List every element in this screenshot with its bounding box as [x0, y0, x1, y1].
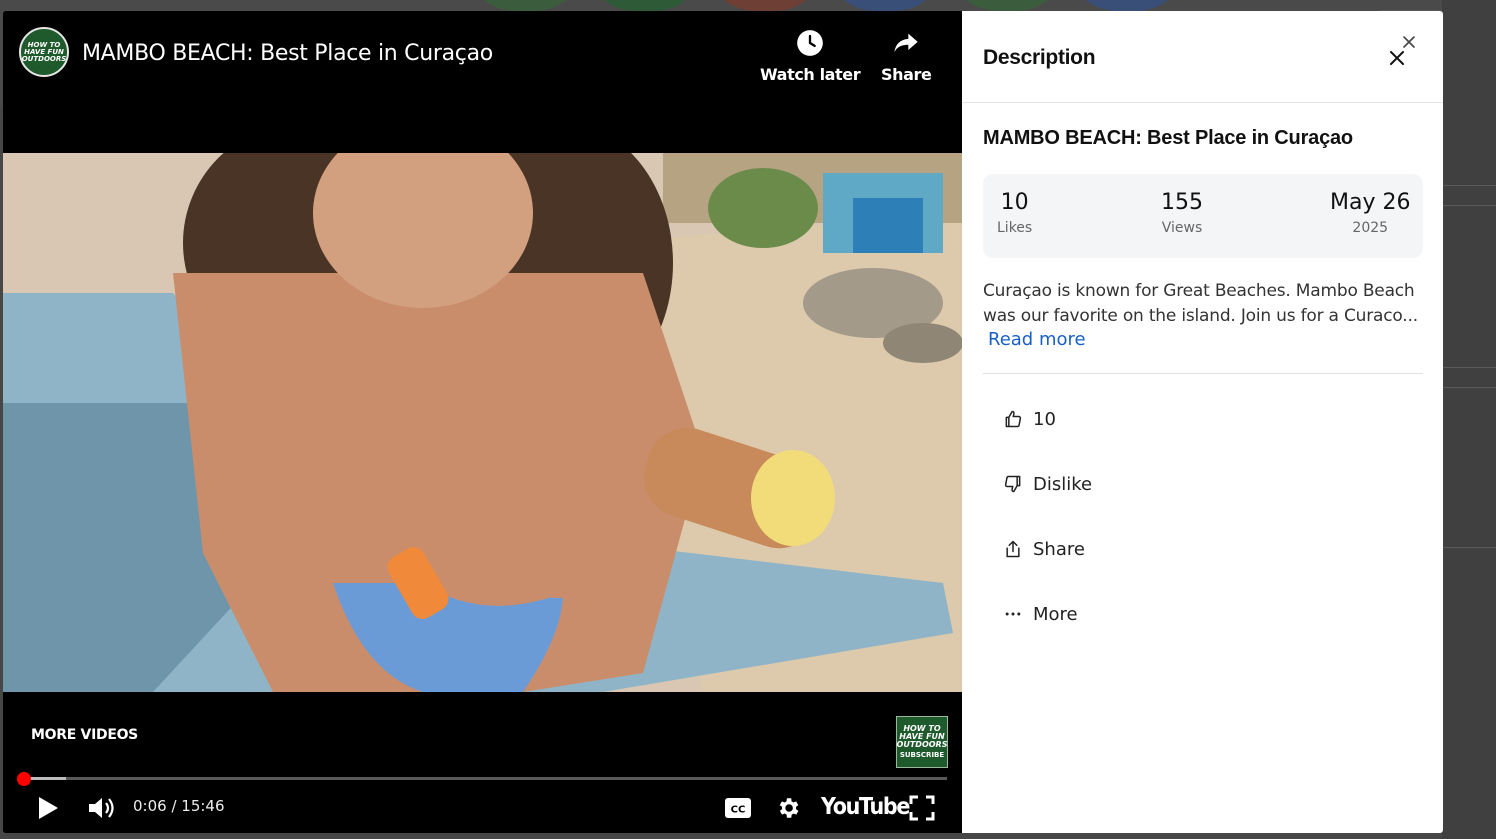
watch-later-label: Watch later — [760, 65, 861, 84]
player-header: HOW TO HAVE FUN OUTDOORS MAMBO BEACH: Be… — [3, 11, 962, 111]
views-label: Views — [1161, 220, 1203, 236]
video-player[interactable]: HOW TO HAVE FUN OUTDOORS MAMBO BEACH: Be… — [3, 11, 962, 833]
volume-icon — [89, 798, 114, 818]
dislike-button[interactable]: Dislike — [1002, 473, 1092, 495]
read-more-link[interactable]: Read more — [988, 329, 1086, 350]
mute-button[interactable] — [85, 793, 119, 823]
description-text: Curaçao is known for Great Beaches. Mamb… — [983, 281, 1418, 326]
svg-text:CC: CC — [731, 805, 746, 816]
thumbs-down-icon — [1002, 473, 1024, 495]
captions-icon: CC — [725, 798, 751, 818]
views-stat: 155 Views — [1161, 190, 1203, 236]
video-frame[interactable] — [3, 153, 962, 692]
play-icon — [39, 797, 58, 819]
share-action-label: Share — [1033, 538, 1085, 560]
youtube-logo[interactable]: YouTube — [821, 794, 910, 820]
views-count: 155 — [1161, 190, 1203, 215]
share-label: Share — [881, 65, 932, 84]
time-display: 0:06 / 15:46 — [133, 797, 225, 815]
panel-header: Description — [962, 11, 1443, 103]
progress-bar[interactable] — [24, 777, 947, 780]
backdrop-sidebar — [1442, 0, 1496, 839]
more-videos-label[interactable]: MORE VIDEOS — [31, 727, 138, 743]
more-label: More — [1033, 603, 1078, 625]
stats-card: 10 Likes 155 Views May 26 2025 — [983, 174, 1423, 258]
share-button[interactable]: Share — [1002, 538, 1085, 560]
video-modal: HOW TO HAVE FUN OUTDOORS MAMBO BEACH: Be… — [3, 11, 1443, 833]
description-panel: Description MAMBO BEACH: Best Place in C… — [962, 11, 1443, 833]
share-arrow-icon — [894, 33, 918, 53]
progress-scrubber[interactable] — [17, 772, 31, 786]
subscribe-watermark[interactable]: HOW TO HAVE FUN OUTDOORS SUBSCRIBE — [896, 716, 948, 768]
play-button[interactable] — [33, 793, 63, 823]
settings-icon — [779, 798, 799, 818]
fullscreen-button[interactable] — [907, 793, 937, 823]
backdrop-divider — [1442, 387, 1496, 388]
publish-year: 2025 — [1352, 220, 1389, 236]
thumbs-up-icon — [1002, 408, 1024, 430]
clock-icon — [797, 30, 823, 56]
watch-later-button[interactable]: Watch later — [760, 29, 861, 84]
backdrop-divider — [1442, 205, 1496, 206]
panel-heading: Description — [983, 46, 1096, 69]
video-frame-image — [3, 153, 962, 692]
share-button-header[interactable]: Share — [881, 29, 932, 84]
divider — [983, 373, 1423, 374]
close-icon — [1390, 51, 1404, 65]
channel-avatar[interactable]: HOW TO HAVE FUN OUTDOORS — [19, 27, 69, 77]
subscribe-label: SUBSCRIBE — [899, 751, 945, 759]
likes-label: Likes — [997, 220, 1033, 236]
dislike-label: Dislike — [1033, 473, 1093, 495]
settings-button[interactable] — [773, 793, 803, 823]
close-modal-button[interactable] — [1400, 33, 1418, 51]
fullscreen-icon — [909, 795, 935, 821]
backdrop-divider — [1442, 547, 1496, 548]
backdrop-divider — [1442, 367, 1496, 368]
subscribe-logo-text: HOW TO HAVE FUN OUTDOORS — [896, 724, 948, 749]
video-title[interactable]: MAMBO BEACH: Best Place in Curaçao — [82, 41, 493, 66]
backdrop-divider — [1442, 185, 1496, 186]
share-icon — [1002, 538, 1024, 560]
more-dots-icon — [1002, 603, 1024, 625]
captions-button[interactable]: CC — [723, 793, 753, 823]
date-stat: May 26 2025 — [1330, 190, 1410, 236]
close-description-button[interactable] — [1387, 48, 1407, 68]
more-button[interactable]: More — [1002, 603, 1078, 625]
likes-stat: 10 Likes — [997, 190, 1032, 236]
channel-logo-text: HOW TO HAVE FUN OUTDOORS — [21, 40, 67, 63]
like-count: 10 — [1033, 408, 1056, 430]
close-icon — [1403, 36, 1415, 48]
likes-count: 10 — [1000, 190, 1029, 215]
like-button[interactable]: 10 — [1002, 408, 1056, 430]
description-video-title: MAMBO BEACH: Best Place in Curaçao — [983, 127, 1353, 149]
publish-date: May 26 — [1330, 190, 1411, 215]
